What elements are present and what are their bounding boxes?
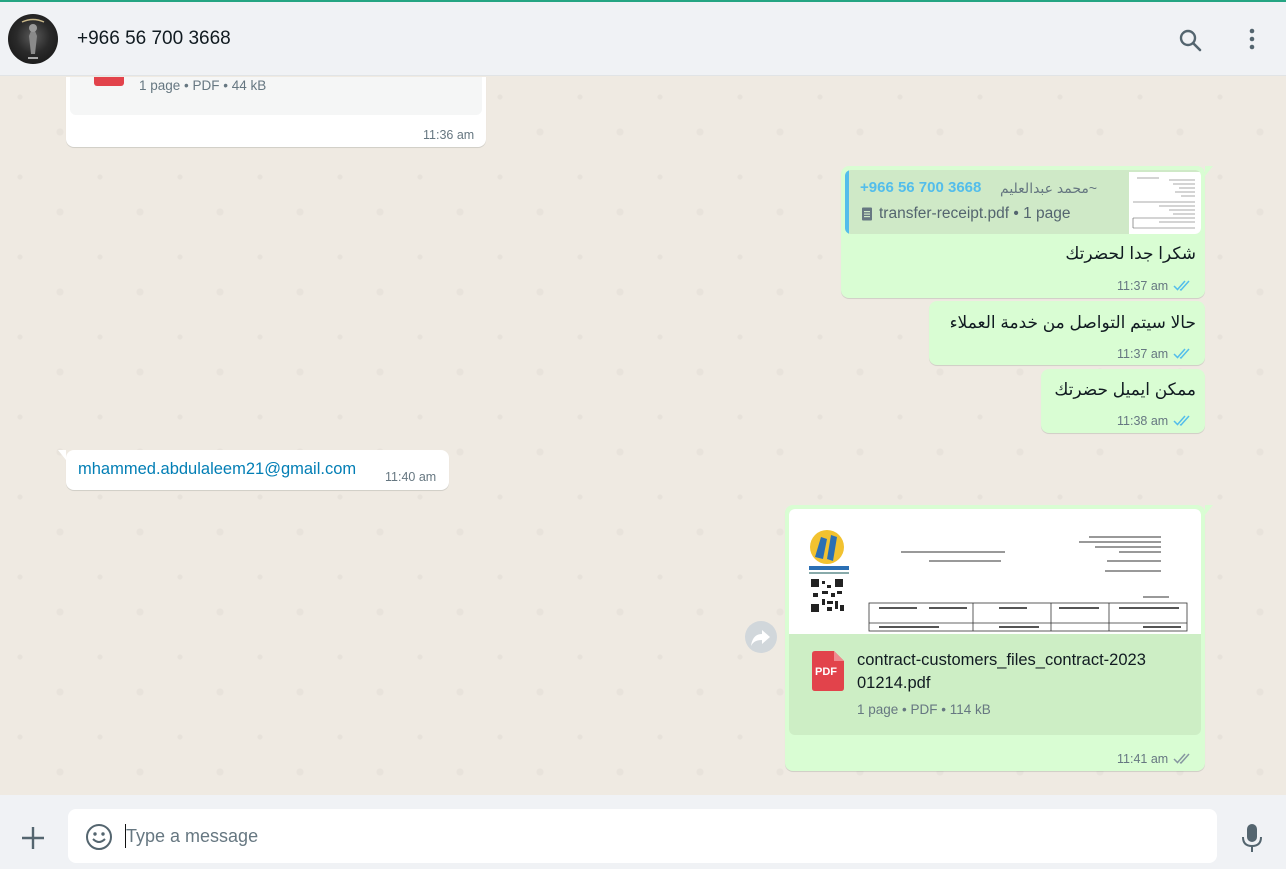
chat-area[interactable]: 1 page • PDF • 44 kB 11:36 am +966 56 70… — [0, 77, 1286, 795]
quoted-sender-name: ~محمد عبدالعليم — [1000, 180, 1098, 196]
incoming-document-bubble[interactable]: 1 page • PDF • 44 kB 11:36 am — [66, 77, 486, 147]
read-receipt-icon — [1173, 278, 1193, 297]
message-time: 11:41 am — [1117, 752, 1169, 766]
outgoing-message-bubble[interactable]: ممكن ايميل حضرتك 11:38 am — [1041, 369, 1205, 433]
quoted-sender: +966 56 700 3668 — [860, 179, 982, 196]
message-text: شكرا جدا لحضرتك — [1065, 244, 1196, 263]
document-preview-box[interactable] — [70, 77, 482, 115]
document-filename-line1: contract-customers_files_contract-2023 — [857, 651, 1146, 669]
read-receipt-icon — [1173, 413, 1193, 432]
pdf-icon: PDF — [812, 651, 844, 691]
quoted-message[interactable]: +966 56 700 3668 ~محمد عبدالعليم transfe… — [845, 170, 1201, 234]
read-receipt-icon — [1173, 346, 1193, 365]
quoted-thumbnail — [1129, 172, 1201, 234]
message-text: حالا سيتم التواصل من خدمة العملاء — [949, 313, 1196, 332]
chat-header: +966 56 700 3668 — [0, 2, 1286, 76]
mic-icon[interactable] — [1240, 823, 1264, 853]
contact-avatar[interactable] — [8, 14, 58, 64]
emoji-icon[interactable] — [85, 823, 113, 851]
bubble-tail — [1205, 166, 1213, 176]
plus-icon[interactable] — [20, 825, 46, 851]
forward-icon[interactable] — [745, 621, 777, 653]
email-link[interactable]: mhammed.abdulaleem21@gmail.com — [78, 460, 356, 479]
message-time: 11:36 am — [423, 128, 475, 142]
avatar-image — [21, 18, 45, 59]
bubble-tail — [58, 450, 66, 460]
menu-icon[interactable] — [1238, 26, 1266, 54]
document-meta: 1 page • PDF • 44 kB — [139, 78, 267, 93]
incoming-message-bubble[interactable]: mhammed.abdulaleem21@gmail.com 11:40 am — [58, 450, 449, 490]
outgoing-message-bubble[interactable]: حالا سيتم التواصل من خدمة العملاء 11:37 … — [929, 301, 1205, 365]
document-preview-image — [809, 530, 1188, 632]
message-time: 11:40 am — [385, 470, 437, 484]
document-filename-line2: 01214.pdf — [857, 674, 931, 692]
delivered-icon — [1173, 751, 1193, 770]
message-text: ممكن ايميل حضرتك — [1054, 380, 1196, 399]
pdf-icon-label: PDF — [815, 666, 837, 678]
pdf-icon — [94, 77, 124, 86]
document-card[interactable]: PDF contract-customers_files_contract-20… — [789, 509, 1201, 735]
message-time: 11:37 am — [1117, 347, 1169, 361]
file-icon — [861, 207, 873, 226]
quoted-file-name: transfer-receipt.pdf • 1 page — [879, 205, 1071, 222]
bubble-tail — [1205, 505, 1213, 515]
quote-bar — [845, 170, 849, 234]
composer-bar — [0, 795, 1286, 869]
contact-name[interactable]: +966 56 700 3668 — [77, 28, 231, 50]
message-time: 11:38 am — [1117, 414, 1169, 428]
outgoing-document-bubble[interactable]: PDF contract-customers_files_contract-20… — [785, 505, 1213, 771]
document-preview[interactable] — [789, 509, 1201, 634]
outgoing-reply-bubble[interactable]: +966 56 700 3668 ~محمد عبدالعليم transfe… — [841, 166, 1213, 298]
message-input-box[interactable] — [68, 809, 1217, 863]
search-icon[interactable] — [1176, 26, 1204, 54]
document-meta: 1 page • PDF • 114 kB — [857, 702, 991, 717]
message-input[interactable] — [126, 819, 1186, 853]
message-time: 11:37 am — [1117, 279, 1169, 293]
